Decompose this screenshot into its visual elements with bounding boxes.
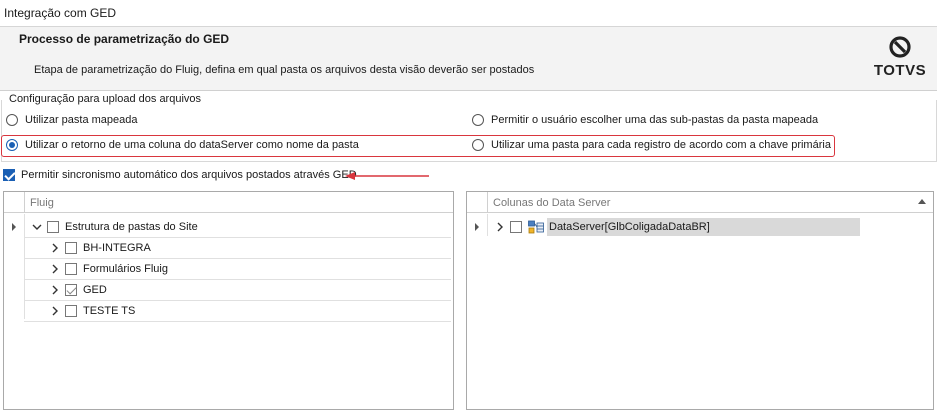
tree-node-checkbox[interactable] xyxy=(47,220,59,233)
tree-node-formularios-fluig[interactable]: Formulários Fluig xyxy=(49,258,168,279)
chevron-right-icon[interactable] xyxy=(49,263,61,275)
chevron-right-icon[interactable] xyxy=(49,242,61,254)
tree-node-label: DataServer[GlbColigadaDataBR] xyxy=(547,217,860,236)
tree-node-checkbox[interactable] xyxy=(510,220,522,233)
page-title: Processo de parametrização do GED xyxy=(19,32,230,46)
sync-checkbox-row[interactable]: Permitir sincronismo automático dos arqu… xyxy=(3,169,357,181)
tree-node-label: BH-INTEGRA xyxy=(83,241,151,254)
tree-divider xyxy=(24,214,25,319)
radio-label: Utilizar uma pasta para cada registro de… xyxy=(491,139,831,151)
dataserver-icon xyxy=(528,220,544,233)
tree-node-teste-ts[interactable]: TESTE TS xyxy=(49,300,135,321)
header-separator xyxy=(487,192,488,213)
sort-ascending-icon[interactable] xyxy=(918,199,926,204)
annotation-arrow-icon xyxy=(345,172,429,180)
upload-config-group-label: Configuração para upload dos arquivos xyxy=(7,93,204,105)
radio-option-mapped-folder[interactable]: Utilizar pasta mapeada xyxy=(6,114,138,126)
sync-checkbox[interactable] xyxy=(3,169,15,181)
chevron-right-icon[interactable] xyxy=(494,221,506,233)
chevron-right-icon[interactable] xyxy=(49,284,61,296)
header-panel: Processo de parametrização do GED Etapa … xyxy=(0,27,937,91)
radio-option-dataserver-column[interactable]: Utilizar o retorno de uma coluna do data… xyxy=(6,139,359,151)
radio-option-user-subfolder[interactable]: Permitir o usuário escolher uma das sub-… xyxy=(472,114,818,126)
radio-label: Permitir o usuário escolher uma das sub-… xyxy=(491,114,819,126)
logo-text: TOTVS xyxy=(873,62,927,79)
window-title: Integração com GED xyxy=(0,0,937,27)
radio-option-primary-key[interactable]: Utilizar uma pasta para cada registro de… xyxy=(472,139,831,151)
tree-node-ged[interactable]: GED xyxy=(49,279,107,300)
sync-checkbox-label: Permitir sincronismo automático dos arqu… xyxy=(21,169,357,181)
row-indicator-icon xyxy=(475,223,479,231)
tree-node-dataserver[interactable]: DataServer[GlbColigadaDataBR] xyxy=(494,216,860,237)
tree-divider xyxy=(487,214,488,236)
radio-button[interactable] xyxy=(6,114,18,126)
totvs-logo-icon xyxy=(889,36,911,58)
tree-node-label: Estrutura de pastas do Site xyxy=(65,220,198,233)
fluig-header-label: Fluig xyxy=(30,197,54,209)
header-separator xyxy=(24,192,25,213)
tree-node-checkbox[interactable] xyxy=(65,304,77,317)
tree-node-checkbox-checked[interactable] xyxy=(65,283,77,296)
dataserver-columns-panel: Colunas do Data Server DataServer[GlbCol… xyxy=(466,191,934,410)
row-indicator-icon xyxy=(12,223,16,231)
dataserver-panel-header[interactable]: Colunas do Data Server xyxy=(467,192,933,213)
row-divider xyxy=(24,321,451,322)
dataserver-header-label: Colunas do Data Server xyxy=(493,197,611,209)
radio-button-selected[interactable] xyxy=(6,139,18,151)
radio-button[interactable] xyxy=(472,139,484,151)
radio-label: Utilizar o retorno de uma coluna do data… xyxy=(25,139,359,151)
tree-node-label: TESTE TS xyxy=(83,304,136,317)
page-description: Etapa de parametrização do Fluig, defina… xyxy=(34,64,535,76)
radio-label: Utilizar pasta mapeada xyxy=(25,114,138,126)
fluig-tree-panel: Fluig Estrutura de pastas do Site BH-INT… xyxy=(3,191,454,410)
chevron-down-icon[interactable] xyxy=(31,221,43,233)
radio-button[interactable] xyxy=(472,114,484,126)
totvs-logo: TOTVS xyxy=(873,36,927,84)
tree-node-checkbox[interactable] xyxy=(65,241,77,254)
tree-node-label: Formulários Fluig xyxy=(83,262,168,275)
tree-node-checkbox[interactable] xyxy=(65,262,77,275)
tree-node-site-structure[interactable]: Estrutura de pastas do Site xyxy=(31,216,198,237)
fluig-panel-header: Fluig xyxy=(4,192,453,213)
tree-node-label: GED xyxy=(83,283,107,296)
tree-node-bh-integra[interactable]: BH-INTEGRA xyxy=(49,237,151,258)
chevron-right-icon[interactable] xyxy=(49,305,61,317)
